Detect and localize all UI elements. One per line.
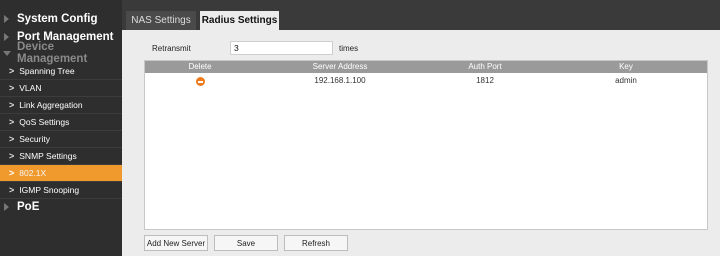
sidebar-item-device-management[interactable]: Device Management xyxy=(0,41,122,65)
collapse-arrow-icon xyxy=(3,50,11,56)
sidebar-item-label: System Config xyxy=(17,13,98,25)
expand-arrow-icon xyxy=(4,203,9,211)
add-new-server-button[interactable]: Add New Server xyxy=(144,235,208,251)
delete-icon[interactable] xyxy=(196,77,205,86)
sidebar-item-igmp-snooping[interactable]: > IGMP Snooping xyxy=(0,182,122,199)
expand-arrow-icon xyxy=(4,15,9,23)
chevron-right-icon: > xyxy=(9,168,15,178)
tab-nas-settings[interactable]: NAS Settings xyxy=(126,11,196,30)
sidebar-item-label: Link Aggregation xyxy=(19,100,83,110)
column-header-server-address: Server Address xyxy=(312,62,368,71)
sidebar-item-link-aggregation[interactable]: > Link Aggregation xyxy=(0,97,122,114)
save-button[interactable]: Save xyxy=(214,235,278,251)
sidebar-item-vlan[interactable]: > VLAN xyxy=(0,80,122,97)
column-header-key: Key xyxy=(619,62,633,71)
chevron-right-icon: > xyxy=(9,66,15,76)
sidebar: System Config Port Management Device Man… xyxy=(0,0,122,256)
sidebar-item-label: IGMP Snooping xyxy=(19,185,80,195)
sidebar-item-label: QoS Settings xyxy=(19,117,70,127)
sidebar-item-8021x[interactable]: > 802.1X xyxy=(0,165,122,182)
sidebar-item-spanning-tree[interactable]: > Spanning Tree xyxy=(0,63,122,80)
chevron-right-icon: > xyxy=(9,117,15,127)
table-header: Delete Server Address Auth Port Key xyxy=(145,61,707,73)
cell-auth-port: 1812 xyxy=(476,76,494,85)
sidebar-item-label: 802.1X xyxy=(19,168,47,178)
cell-key: admin xyxy=(615,76,637,85)
retransmit-label: Retransmit xyxy=(152,44,191,53)
radius-server-table: Delete Server Address Auth Port Key 192.… xyxy=(144,60,708,230)
chevron-right-icon: > xyxy=(9,151,15,161)
column-header-delete: Delete xyxy=(188,62,212,71)
retransmit-input[interactable] xyxy=(230,41,333,55)
sidebar-item-system-config[interactable]: System Config xyxy=(0,12,122,26)
sidebar-item-label: Spanning Tree xyxy=(19,66,75,76)
chevron-right-icon: > xyxy=(9,83,15,93)
refresh-button[interactable]: Refresh xyxy=(284,235,348,251)
cell-server-address: 192.168.1.100 xyxy=(314,76,366,85)
chevron-right-icon: > xyxy=(9,185,15,195)
retransmit-unit-label: times xyxy=(339,44,359,53)
sidebar-item-label: Device Management xyxy=(17,41,88,65)
sidebar-item-qos-settings[interactable]: > QoS Settings xyxy=(0,114,122,131)
sidebar-item-label: Security xyxy=(19,134,50,144)
sidebar-item-security[interactable]: > Security xyxy=(0,131,122,148)
sidebar-item-snmp-settings[interactable]: > SNMP Settings xyxy=(0,148,122,165)
sidebar-item-poe[interactable]: PoE xyxy=(0,200,122,214)
sidebar-item-label: PoE xyxy=(17,201,40,213)
column-header-auth-port: Auth Port xyxy=(468,62,502,71)
expand-arrow-icon xyxy=(4,33,9,41)
sidebar-item-label: VLAN xyxy=(19,83,42,93)
chevron-right-icon: > xyxy=(9,134,15,144)
chevron-right-icon: > xyxy=(9,100,15,110)
tab-radius-settings[interactable]: Radius Settings xyxy=(200,11,279,30)
sidebar-item-label: SNMP Settings xyxy=(19,151,77,161)
